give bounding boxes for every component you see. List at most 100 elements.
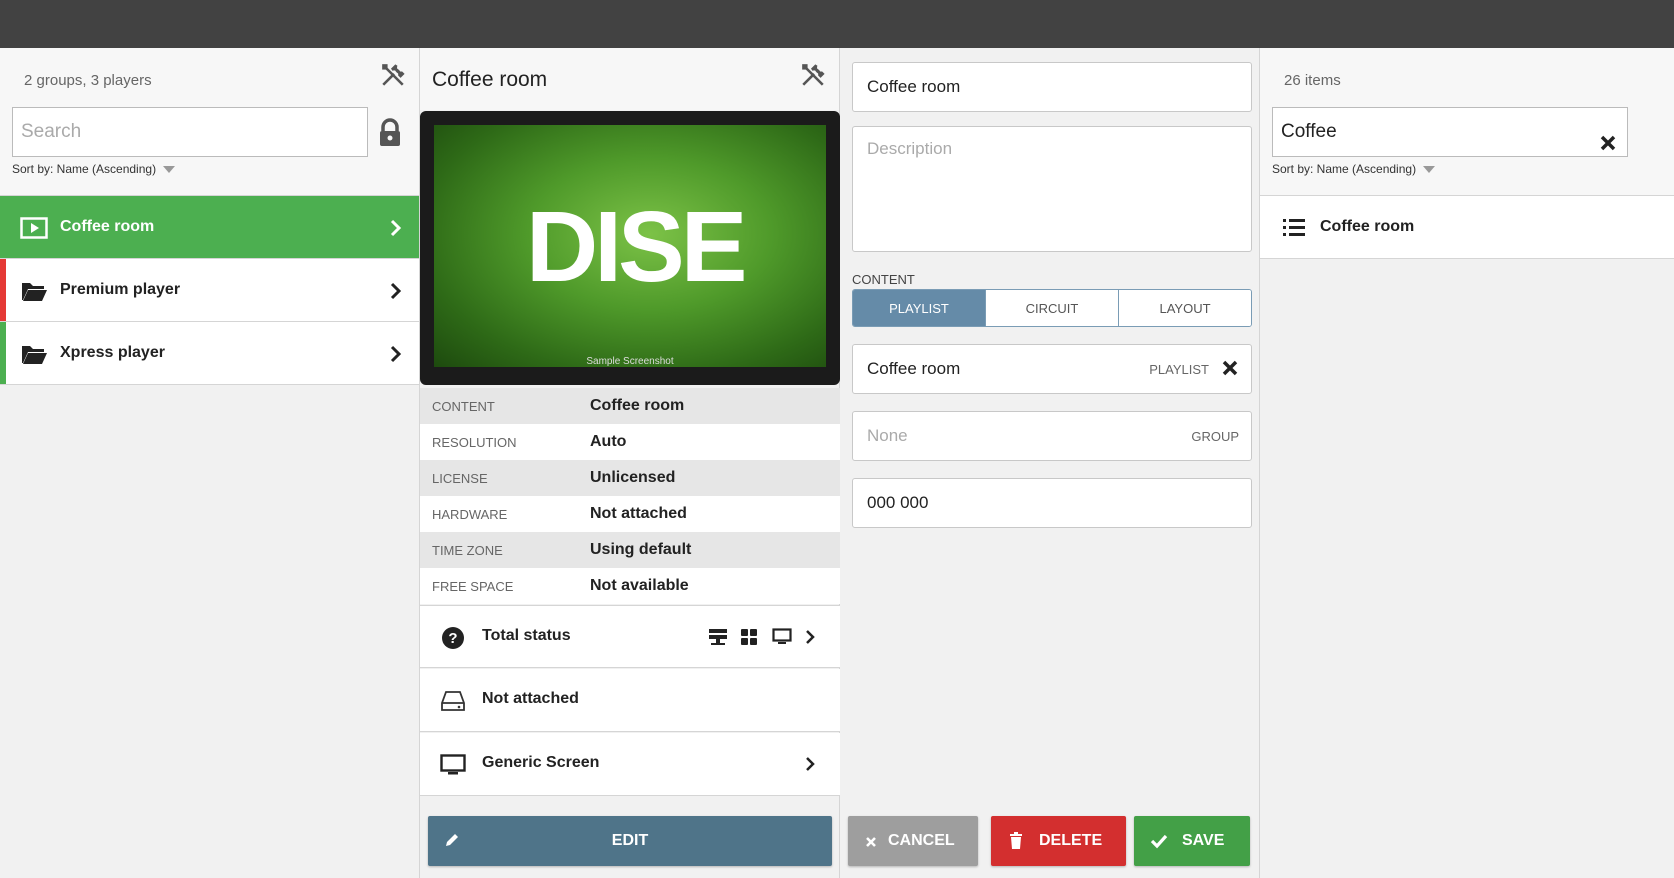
name-field[interactable]: Coffee room xyxy=(852,62,1252,112)
property-key: TIME ZONE xyxy=(432,542,503,558)
sort-label: Sort by: Name (Ascending) xyxy=(1272,162,1417,176)
property-key: HARDWARE xyxy=(432,506,508,522)
monitor-icon xyxy=(772,628,792,646)
property-row: TIME ZONE Using default xyxy=(420,532,840,568)
details-title: Coffee room xyxy=(432,68,548,91)
description-field[interactable]: Description xyxy=(852,126,1252,252)
players-search-input[interactable]: Search xyxy=(12,107,368,157)
dise-logo: DISΕ xyxy=(526,191,747,303)
player-item-premium-player[interactable]: Premium player xyxy=(0,259,419,322)
property-value: Not available xyxy=(590,577,689,594)
group-tag: GROUP xyxy=(1191,429,1239,444)
property-key: RESOLUTION xyxy=(432,434,517,450)
tab-playlist[interactable]: PLAYLIST xyxy=(853,290,985,326)
content-item-coffee-room[interactable]: Coffee room xyxy=(1260,196,1674,259)
details-header: Coffee room xyxy=(420,48,839,110)
player-item-xpress-player[interactable]: Xpress player xyxy=(0,322,419,385)
checkmark-icon xyxy=(1150,833,1168,854)
screen-type-row[interactable]: Generic Screen xyxy=(420,733,840,796)
code-field[interactable]: 000 000 xyxy=(852,478,1252,528)
property-value: Using default xyxy=(590,541,692,558)
save-button[interactable]: SAVE xyxy=(1134,816,1250,866)
property-row: FREE SPACE Not available xyxy=(420,568,840,604)
status-bar xyxy=(0,259,6,321)
player-details-panel: Coffee room DISΕ Sample Screenshot CONTE… xyxy=(420,48,840,878)
save-label: SAVE xyxy=(1182,832,1225,849)
status-bar xyxy=(0,322,6,384)
close-icon[interactable] xyxy=(1221,359,1239,382)
edit-form-panel: Coffee room Description CONTENT PLAYLIST… xyxy=(840,48,1260,878)
content-panel: 26 items Coffee Sort by: Name (Ascending… xyxy=(1260,48,1674,878)
monitor-icon xyxy=(440,752,466,778)
group-value: None xyxy=(867,426,908,445)
delete-button[interactable]: DELETE xyxy=(991,816,1126,866)
caret-down-icon xyxy=(1423,165,1436,173)
folder-open-icon xyxy=(20,279,48,303)
content-sort-dropdown[interactable]: Sort by: Name (Ascending) xyxy=(1272,162,1436,176)
hardware-status-label: Not attached xyxy=(482,690,579,707)
lock-icon[interactable] xyxy=(377,118,403,148)
properties-table: CONTENT Coffee room RESOLUTION Auto LICENS… xyxy=(420,388,840,604)
tab-layout[interactable]: LAYOUT xyxy=(1118,290,1251,326)
screen-type-label: Generic Screen xyxy=(482,754,600,771)
content-search-input[interactable]: Coffee xyxy=(1272,107,1628,157)
screenshot-image: DISΕ Sample Screenshot xyxy=(434,125,826,367)
total-status-row[interactable]: ? Total status xyxy=(420,605,840,668)
close-icon xyxy=(865,835,877,853)
list-item-label: Xpress player xyxy=(60,344,165,361)
wrench-icon[interactable] xyxy=(378,60,408,90)
content-value: Coffee room xyxy=(867,359,961,378)
clear-search-icon[interactable] xyxy=(1599,123,1617,171)
top-bar xyxy=(0,0,1674,48)
search-value: Coffee xyxy=(1281,121,1337,142)
cancel-button[interactable]: CANCEL xyxy=(848,816,978,866)
chevron-right-icon xyxy=(389,218,403,238)
hard-drive-icon xyxy=(440,688,466,714)
folder-open-icon xyxy=(20,342,48,366)
property-value: Not attached xyxy=(590,505,687,522)
total-status-label: Total status xyxy=(482,627,571,644)
chevron-right-icon xyxy=(389,281,403,301)
players-sort-dropdown[interactable]: Sort by: Name (Ascending) xyxy=(12,162,176,176)
content-tag: PLAYLIST xyxy=(1149,362,1209,377)
list-item-label: Coffee room xyxy=(1320,218,1415,235)
screenshot-preview[interactable]: DISΕ Sample Screenshot xyxy=(420,111,840,385)
playlist-icon xyxy=(1280,216,1308,240)
hardware-status-row: Not attached xyxy=(420,669,840,732)
property-row: LICENSE Unlicensed xyxy=(420,460,840,496)
content-type-tabs: PLAYLIST CIRCUIT LAYOUT xyxy=(852,289,1252,327)
content-field[interactable]: Coffee room PLAYLIST xyxy=(852,344,1252,394)
property-key: FREE SPACE xyxy=(432,578,514,594)
caret-down-icon xyxy=(163,165,176,173)
list-item-label: Premium player xyxy=(60,281,181,298)
sample-caption: Sample Screenshot xyxy=(586,356,674,367)
players-panel-header: 2 groups, 3 players Search Sort by: Name… xyxy=(0,48,419,196)
property-row: HARDWARE Not attached xyxy=(420,496,840,532)
chevron-right-icon xyxy=(804,627,816,647)
group-field[interactable]: None GROUP xyxy=(852,411,1252,461)
content-label: CONTENT xyxy=(852,272,915,287)
property-key: LICENSE xyxy=(432,470,488,486)
list-item-label: Coffee room xyxy=(60,218,155,235)
trash-icon xyxy=(1009,832,1023,855)
cancel-label: CANCEL xyxy=(888,832,955,849)
property-value: Auto xyxy=(590,433,627,450)
chevron-right-icon xyxy=(804,754,816,774)
chevron-right-icon xyxy=(389,344,403,364)
server-icon xyxy=(708,628,728,646)
property-value: Unlicensed xyxy=(590,469,676,486)
edit-button[interactable]: EDIT xyxy=(428,816,832,866)
property-row: CONTENT Coffee room xyxy=(420,388,840,424)
sort-label: Sort by: Name (Ascending) xyxy=(12,162,157,176)
player-item-coffee-room[interactable]: Coffee room xyxy=(0,196,419,259)
items-count: 26 items xyxy=(1284,72,1341,89)
property-value: Coffee room xyxy=(590,397,685,414)
grid-icon xyxy=(740,628,758,646)
question-circle-icon: ? xyxy=(440,625,466,651)
svg-text:?: ? xyxy=(448,630,457,647)
property-row: RESOLUTION Auto xyxy=(420,424,840,460)
play-box-icon xyxy=(20,216,48,240)
tab-circuit[interactable]: CIRCUIT xyxy=(985,290,1118,326)
edit-label: EDIT xyxy=(611,832,649,849)
wrench-icon[interactable] xyxy=(798,60,828,90)
